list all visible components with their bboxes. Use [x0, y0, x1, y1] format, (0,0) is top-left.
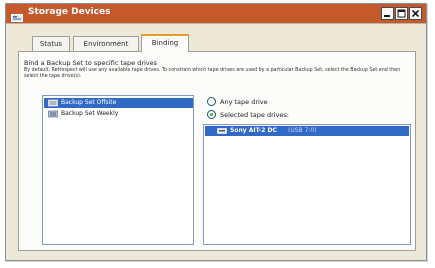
window-title: Storage Devices	[28, 7, 111, 17]
list-item[interactable]: Backup Set Offsite	[44, 98, 193, 108]
binding-heading: Bind a Backup Set to specific tape drive…	[24, 59, 158, 67]
binding-description: By default, Retrospect will use any avai…	[24, 68, 401, 79]
divider	[6, 23, 426, 24]
tab-binding[interactable]: Binding	[141, 34, 189, 52]
tab-environment[interactable]: Environment	[73, 36, 139, 51]
close-button[interactable]	[409, 7, 422, 20]
tape-drive-icon	[217, 128, 227, 134]
backup-set-icon	[48, 110, 58, 118]
drive-name: Sony AIT-2 DC	[230, 127, 277, 134]
minimize-button[interactable]	[381, 7, 394, 20]
minimize-icon	[384, 15, 390, 17]
radio-button[interactable]	[207, 110, 216, 119]
drive-connection: (USB 7:0)	[288, 127, 317, 134]
any-tape-drive-label: Any tape drive	[220, 98, 268, 106]
storage-icon	[11, 8, 23, 22]
tape-drive-list[interactable]: Sony AIT-2 DC (USB 7:0)	[203, 124, 411, 245]
storage-devices-window: Storage Devices Status Environment Bindi…	[5, 3, 427, 261]
backup-set-list[interactable]: Backup Set Offsite Backup Set Weekly	[42, 95, 194, 245]
radio-selected-dot	[210, 113, 213, 116]
binding-panel: Bind a Backup Set to specific tape drive…	[18, 51, 416, 251]
backup-set-label: Backup Set Offsite	[61, 99, 117, 106]
close-icon	[411, 9, 420, 18]
backup-set-icon	[48, 99, 58, 107]
list-item[interactable]: Sony AIT-2 DC (USB 7:0)	[205, 126, 409, 136]
title-bar[interactable]: Storage Devices	[6, 4, 426, 23]
list-item[interactable]: Backup Set Weekly	[44, 109, 193, 119]
maximize-button[interactable]	[395, 7, 408, 20]
selected-tape-drives-label: Selected tape drives:	[220, 111, 289, 119]
maximize-icon	[397, 9, 406, 18]
tab-status[interactable]: Status	[32, 36, 70, 51]
radio-button[interactable]	[207, 97, 216, 106]
backup-set-label: Backup Set Weekly	[61, 110, 119, 117]
